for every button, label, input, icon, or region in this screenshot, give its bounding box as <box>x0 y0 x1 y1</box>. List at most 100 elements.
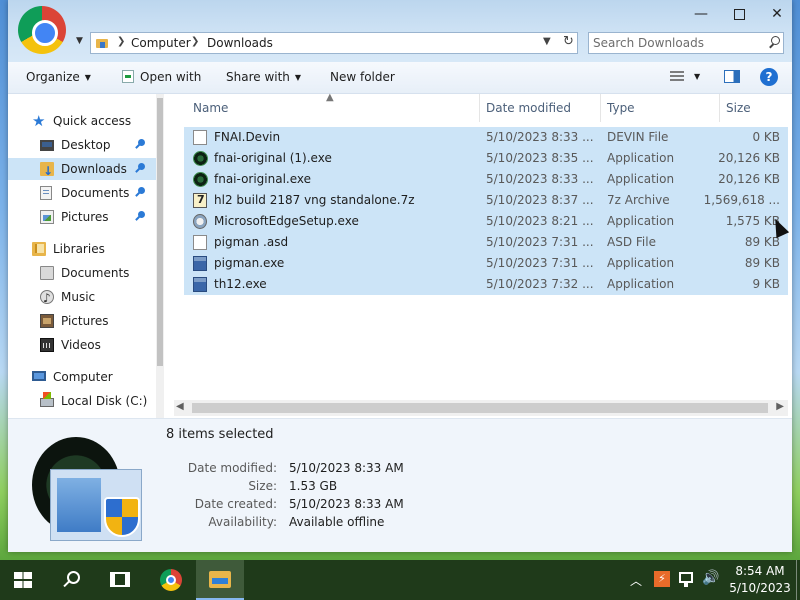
organize-menu[interactable]: Organize ▼ <box>26 70 91 84</box>
column-divider[interactable] <box>600 94 601 122</box>
file-name: hl2 build 2187 vng standalone.7z <box>214 193 415 207</box>
nav-item-pictures[interactable]: Pictures <box>8 206 156 228</box>
change-view-icon[interactable] <box>670 71 684 83</box>
nav-item-documents[interactable]: Documents <box>8 182 156 204</box>
scroll-right-icon[interactable]: ▶ <box>776 401 784 412</box>
search-box[interactable] <box>588 32 784 54</box>
close-button[interactable]: ✕ <box>758 2 796 26</box>
open-with-label: Open with <box>140 70 202 84</box>
taskbar: ︿ ⚡ 🔊 8:54 AM 5/10/2023 <box>0 560 800 600</box>
file-name: pigman .asd <box>214 235 289 249</box>
nav-item-label: Local Disk (C:) <box>61 394 148 408</box>
nav-item-downloads[interactable]: Downloads <box>8 158 156 182</box>
file-name: th12.exe <box>214 277 267 291</box>
file-type: Application <box>607 214 675 228</box>
tray-app-icon[interactable]: ⚡ <box>654 571 670 587</box>
taskbar-search-icon[interactable] <box>62 570 80 588</box>
search-input[interactable] <box>593 35 761 51</box>
nav-item-videos[interactable]: Videos <box>8 334 156 356</box>
nav-item-library-documents[interactable]: Documents <box>8 262 156 284</box>
music-icon <box>40 287 54 309</box>
file-type: Application <box>607 277 675 291</box>
column-header-date-modified[interactable]: Date modified <box>486 101 571 115</box>
file-type: 7z Archive <box>607 193 670 207</box>
file-type: Application <box>607 256 675 270</box>
nav-item-computer[interactable]: Computer <box>8 366 156 388</box>
file-list: ▲ Name Date modified Type Size FNAI.Devi… <box>164 92 792 418</box>
share-with-menu[interactable]: Share with ▼ <box>226 70 301 84</box>
scroll-left-icon[interactable]: ◀ <box>176 401 184 412</box>
horizontal-scrollbar-thumb[interactable] <box>192 403 768 413</box>
file-date: 5/10/2023 7:31 ... <box>486 256 594 270</box>
address-bar[interactable]: ❯ Computer ❯ Downloads ▼ ↻ <box>90 32 578 54</box>
file-explorer-taskbar-button[interactable] <box>196 560 244 600</box>
address-dropdown-icon[interactable]: ▼ <box>543 36 551 47</box>
column-header-type[interactable]: Type <box>607 101 635 115</box>
nav-item-libraries[interactable]: Libraries <box>8 238 156 260</box>
clock-time[interactable]: 8:54 AM <box>724 564 796 578</box>
minimize-button[interactable]: — <box>682 2 720 26</box>
chevron-down-icon[interactable]: ▼ <box>694 72 700 81</box>
file-size: 9 KB <box>752 277 780 291</box>
preview-pane-icon[interactable] <box>724 70 740 83</box>
file-row[interactable]: hl2 build 2187 vng standalone.7z 5/10/20… <box>184 190 788 211</box>
local-disk-icon <box>40 392 54 407</box>
breadcrumb-downloads[interactable]: Downloads <box>207 36 273 50</box>
tray-overflow-chevron-icon[interactable]: ︿ <box>630 572 642 589</box>
file-date: 5/10/2023 8:33 ... <box>486 130 594 144</box>
breadcrumb-chevron-icon[interactable]: ❯ <box>191 36 199 47</box>
breadcrumb-chevron-icon[interactable]: ❯ <box>117 36 125 47</box>
file-row[interactable]: pigman.exe 5/10/2023 7:31 ... Applicatio… <box>184 253 788 274</box>
sort-up-icon: ▲ <box>326 92 334 103</box>
file-type: ASD File <box>607 235 656 249</box>
chrome-app-icon[interactable] <box>18 6 66 54</box>
chevron-down-icon: ▼ <box>84 73 91 82</box>
file-type: DEVIN File <box>607 130 669 144</box>
file-row[interactable]: MicrosoftEdgeSetup.exe 5/10/2023 8:21 ..… <box>184 211 788 232</box>
detail-value-availability: Available offline <box>289 515 385 529</box>
nav-scrollbar-thumb[interactable] <box>157 98 163 366</box>
nav-item-label: Pictures <box>61 314 109 328</box>
maximize-button[interactable] <box>720 2 758 26</box>
column-header-size[interactable]: Size <box>726 101 751 115</box>
new-folder-button[interactable]: New folder <box>330 70 395 84</box>
pictures-icon <box>40 210 54 224</box>
file-row[interactable]: FNAI.Devin 5/10/2023 8:33 ... DEVIN File… <box>184 127 788 148</box>
show-desktop-button[interactable] <box>796 560 800 600</box>
7z-archive-icon <box>193 193 207 208</box>
computer-icon <box>32 371 46 381</box>
task-view-icon[interactable] <box>110 572 130 587</box>
detail-value-date-modified: 5/10/2023 8:33 AM <box>289 461 404 475</box>
column-header-name[interactable]: Name <box>193 101 228 115</box>
pin-icon <box>134 139 146 151</box>
refresh-icon[interactable]: ↻ <box>563 34 574 49</box>
column-divider[interactable] <box>719 94 720 122</box>
nav-item-music[interactable]: Music <box>8 286 156 309</box>
file-size: 89 KB <box>744 235 780 249</box>
file-explorer-icon <box>209 571 231 588</box>
chrome-taskbar-icon[interactable] <box>160 569 182 591</box>
horizontal-scrollbar[interactable]: ◀ ▶ <box>174 400 788 416</box>
file-row[interactable]: fnai-original (1).exe 5/10/2023 8:35 ...… <box>184 148 788 169</box>
open-with-button[interactable]: Open with <box>122 70 201 84</box>
column-divider[interactable] <box>479 94 480 122</box>
detail-label: Date created: <box>194 497 277 511</box>
file-row[interactable]: pigman .asd 5/10/2023 7:31 ... ASD File … <box>184 232 788 253</box>
nav-item-desktop[interactable]: Desktop <box>8 134 156 156</box>
start-windows-icon[interactable] <box>14 572 32 588</box>
blank-file-icon <box>193 235 207 250</box>
help-icon[interactable]: ? <box>760 68 778 86</box>
clock-date[interactable]: 5/10/2023 <box>724 581 796 595</box>
volume-icon[interactable]: 🔊 <box>702 570 719 586</box>
file-row[interactable]: th12.exe 5/10/2023 7:32 ... Application … <box>184 274 788 295</box>
nav-item-quick-access[interactable]: Quick access <box>8 110 156 132</box>
breadcrumb-computer[interactable]: Computer <box>131 36 191 50</box>
nav-item-label: Libraries <box>53 242 105 256</box>
file-row[interactable]: fnai-original.exe 5/10/2023 8:33 ... App… <box>184 169 788 190</box>
nav-item-library-pictures[interactable]: Pictures <box>8 310 156 332</box>
title-bar[interactable]: ▼ — ✕ ❯ Computer ❯ Downloads ▼ ↻ <box>8 0 792 62</box>
search-icon[interactable] <box>767 35 781 49</box>
network-icon[interactable] <box>679 572 693 587</box>
quick-access-toolbar-chevron-icon[interactable]: ▼ <box>76 36 83 46</box>
nav-item-local-disk[interactable]: Local Disk (C:) <box>8 390 156 412</box>
